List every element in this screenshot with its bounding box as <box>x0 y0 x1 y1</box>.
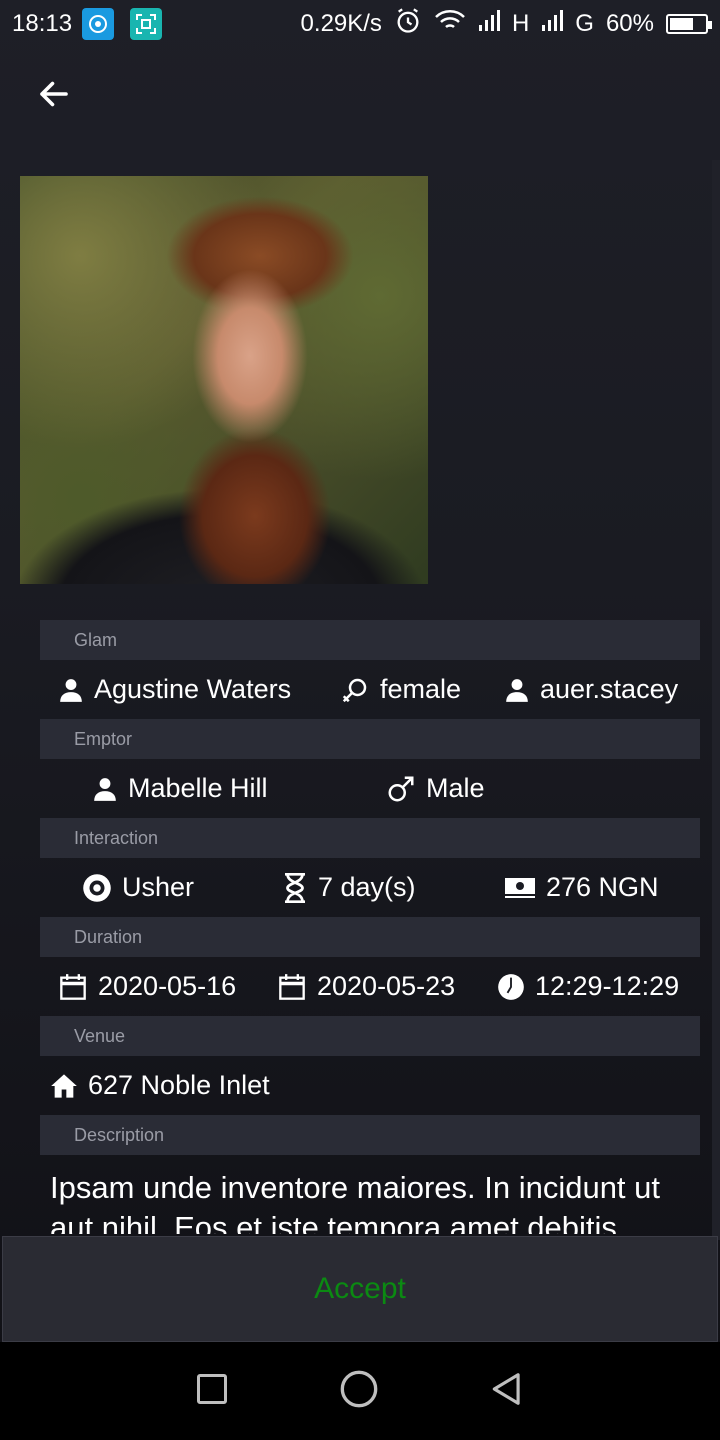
status-bar: 18:13 0.29K/s H G 60% <box>0 0 720 48</box>
glam-username-item: auer.stacey <box>504 674 678 705</box>
booking-details: Glam Agustine Waters female auer.stacey … <box>40 620 700 1155</box>
battery-icon <box>666 14 712 34</box>
person-icon <box>506 678 528 702</box>
section-header-emptor: Emptor <box>40 719 700 759</box>
alarm-icon <box>394 7 422 42</box>
money-icon <box>505 877 535 898</box>
person-icon <box>60 678 82 702</box>
section-header-description: Description <box>40 1115 700 1155</box>
interaction-price: 276 NGN <box>546 872 659 902</box>
signal-icon-2 <box>541 9 564 40</box>
glam-name-item: Agustine Waters <box>58 674 340 705</box>
interaction-price-item: 276 NGN <box>504 872 659 903</box>
glam-gender: female <box>380 674 462 704</box>
emptor-gender: Male <box>426 773 485 803</box>
accept-button[interactable]: Accept <box>2 1236 718 1342</box>
time-range: 12:29-12:29 <box>535 971 680 1001</box>
scan-icon <box>130 8 163 40</box>
end-date-item: 2020-05-23 <box>277 971 497 1002</box>
glam-gender-item: female <box>340 674 504 705</box>
battery-percent: 60% <box>605 10 654 37</box>
hourglass-icon <box>285 872 305 903</box>
interaction-duration: 7 day(s) <box>318 872 416 902</box>
interaction-role: Usher <box>122 872 195 902</box>
scroll-track <box>712 160 720 1240</box>
glam-row: Agustine Waters female auer.stacey <box>40 660 700 719</box>
home-icon <box>51 1073 77 1098</box>
end-date: 2020-05-23 <box>317 971 456 1001</box>
interaction-row: Usher 7 day(s) 276 NGN <box>40 858 700 917</box>
section-header-glam: Glam <box>40 620 700 660</box>
triangle-back-icon <box>492 1372 520 1405</box>
description-text: Ipsam unde inventore maiores. In incidun… <box>50 1170 661 1234</box>
status-time: 18:13 <box>12 10 73 37</box>
target-icon <box>83 873 111 902</box>
section-header-venue: Venue <box>40 1016 700 1056</box>
emptor-gender-item: Male <box>386 773 485 804</box>
calendar-icon <box>60 973 86 1000</box>
venue-item: 627 Noble Inlet <box>50 1070 270 1101</box>
emptor-row: Mabelle Hill Male <box>40 759 700 818</box>
female-icon <box>342 678 367 702</box>
interaction-duration-item: 7 day(s) <box>282 872 504 903</box>
section-header-duration: Duration <box>40 917 700 957</box>
signal-icon <box>478 9 500 40</box>
start-date-item: 2020-05-16 <box>58 971 277 1002</box>
network-speed: 0.29K/s <box>300 10 382 37</box>
glam-username: auer.stacey <box>540 674 679 704</box>
circle-icon <box>340 1370 378 1407</box>
male-icon <box>388 776 414 801</box>
recents-button[interactable] <box>194 1371 230 1412</box>
system-nav-bar <box>0 1342 720 1440</box>
person-icon <box>94 777 116 801</box>
duration-row: 2020-05-16 2020-05-23 12:29-12:29 <box>40 957 700 1016</box>
accept-label: Accept <box>314 1272 406 1305</box>
arrow-left-icon <box>40 81 68 107</box>
time-range-item: 12:29-12:29 <box>497 971 679 1002</box>
section-header-interaction: Interaction <box>40 818 700 858</box>
profile-photo <box>20 176 428 584</box>
square-icon <box>197 1373 228 1404</box>
home-button[interactable] <box>339 1369 379 1414</box>
emptor-name-item: Mabelle Hill <box>92 773 386 804</box>
network-type-2: G <box>575 10 594 37</box>
back-nav-button[interactable] <box>488 1370 526 1413</box>
calendar-icon <box>279 973 305 1000</box>
start-date: 2020-05-16 <box>98 971 237 1001</box>
interaction-role-item: Usher <box>82 872 282 903</box>
wifi-icon <box>434 9 466 40</box>
venue-address: 627 Noble Inlet <box>88 1070 270 1100</box>
clock-icon <box>498 973 524 1000</box>
back-button[interactable] <box>30 70 78 118</box>
app-notification-icon <box>82 8 115 40</box>
glam-name: Agustine Waters <box>94 674 292 704</box>
network-type-1: H <box>511 10 530 37</box>
venue-row: 627 Noble Inlet <box>40 1056 700 1115</box>
emptor-name: Mabelle Hill <box>128 773 268 803</box>
